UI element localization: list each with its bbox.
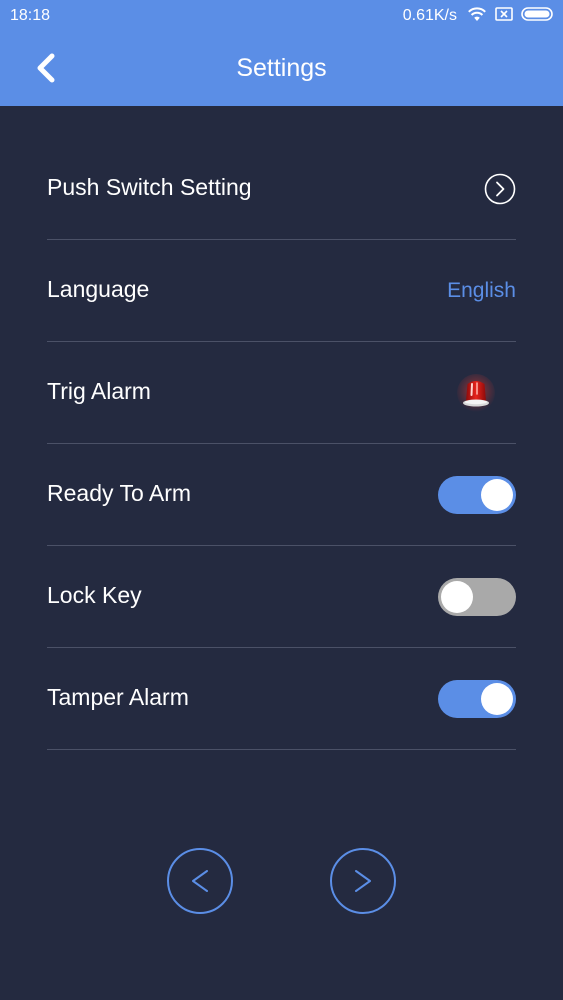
toggle-knob	[441, 580, 473, 613]
chevron-right-circle-icon[interactable]	[484, 173, 516, 205]
setting-control	[484, 138, 516, 239]
setting-lock-key[interactable]: Lock Key	[47, 546, 516, 648]
setting-language[interactable]: Language English	[47, 240, 516, 342]
page-title: Settings	[236, 54, 327, 82]
network-speed: 0.61K/s	[402, 7, 457, 24]
toggle-knob	[481, 478, 513, 511]
setting-tamper-alarm[interactable]: Tamper Alarm	[47, 648, 516, 750]
setting-label: Push Switch Setting	[47, 174, 252, 200]
wifi-icon	[467, 6, 487, 27]
tamper-alarm-toggle[interactable]	[438, 679, 516, 718]
app-header: 18:18 0.61K/s Settings	[0, 0, 563, 106]
lock-key-toggle[interactable]	[438, 577, 516, 616]
setting-label: Trig Alarm	[47, 378, 151, 404]
setting-label: Lock Key	[47, 582, 142, 608]
setting-trig-alarm[interactable]: Trig Alarm	[47, 342, 516, 444]
no-sim-icon	[495, 6, 513, 27]
settings-list: Push Switch Setting Language English Tri…	[47, 138, 516, 750]
setting-control	[438, 546, 516, 647]
previous-page-button[interactable]	[167, 848, 233, 914]
setting-label: Tamper Alarm	[47, 684, 189, 710]
setting-control	[438, 444, 516, 545]
status-bar: 18:18 0.61K/s	[0, 0, 563, 32]
status-time: 18:18	[10, 7, 51, 24]
battery-icon	[521, 6, 555, 27]
setting-push-switch[interactable]: Push Switch Setting	[47, 138, 516, 240]
title-bar: Settings	[0, 32, 563, 106]
next-page-button[interactable]	[330, 848, 396, 914]
toggle-knob	[481, 682, 513, 715]
status-right: 0.61K/s	[403, 5, 555, 27]
chevron-right-icon	[355, 870, 371, 892]
setting-control	[456, 342, 516, 443]
chevron-left-icon	[192, 870, 208, 892]
language-value[interactable]: English	[447, 279, 516, 303]
setting-ready-to-arm[interactable]: Ready To Arm	[47, 444, 516, 546]
red-siren-icon[interactable]	[456, 373, 496, 413]
setting-control: English	[447, 240, 516, 341]
ready-to-arm-toggle[interactable]	[438, 475, 516, 514]
setting-label: Ready To Arm	[47, 480, 192, 506]
setting-label: Language	[47, 276, 150, 302]
setting-control	[438, 648, 516, 749]
